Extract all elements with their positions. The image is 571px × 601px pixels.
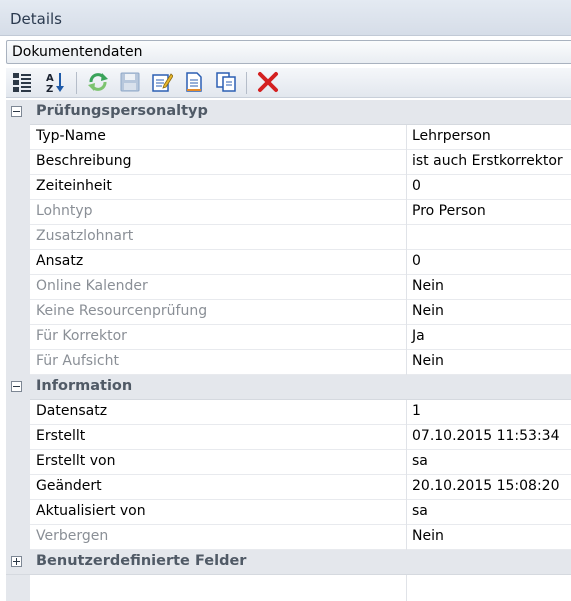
refresh-icon	[88, 73, 108, 91]
property-value[interactable]: Ja	[412, 328, 425, 344]
property-value[interactable]: 0	[412, 178, 421, 194]
property-row[interactable]: Beschreibung ist auch Erstkorrektor	[6, 149, 571, 175]
property-name: Zeiteinheit	[36, 178, 112, 194]
category-pruefungspersonaltyp[interactable]: Prüfungspersonaltyp	[6, 100, 571, 125]
save-button[interactable]	[118, 70, 142, 94]
svg-text:A: A	[46, 73, 54, 84]
category-label: Prüfungspersonaltyp	[36, 103, 208, 119]
property-row[interactable]: Verbergen Nein	[6, 524, 571, 550]
property-name: Zusatzlohnart	[36, 228, 134, 244]
property-row[interactable]: Aktualisiert von sa	[6, 499, 571, 525]
property-value[interactable]: Lehrperson	[412, 128, 491, 144]
document-type-selector-value: Dokumentendaten	[12, 44, 143, 60]
property-value[interactable]: Pro Person	[412, 203, 486, 219]
toolbar-separator	[76, 72, 77, 94]
collapse-icon[interactable]	[11, 381, 22, 392]
save-icon	[120, 72, 140, 92]
property-name: Lohntyp	[36, 203, 93, 219]
panel-title-bar: Details	[0, 0, 571, 36]
property-name: Online Kalender	[36, 278, 148, 294]
property-value[interactable]: 1	[412, 403, 421, 419]
edit-icon	[152, 73, 173, 92]
property-row[interactable]: Typ-Name Lehrperson	[6, 124, 571, 150]
property-value[interactable]: Nein	[412, 278, 444, 294]
property-name: Ansatz	[36, 253, 84, 269]
category-label: Information	[36, 378, 133, 394]
delete-button[interactable]	[256, 70, 280, 94]
property-value[interactable]: sa	[412, 453, 428, 469]
property-name: Beschreibung	[36, 153, 132, 169]
collapse-icon[interactable]	[11, 106, 22, 117]
property-name: Erstellt von	[36, 453, 116, 469]
property-name: Für Korrektor	[36, 328, 127, 344]
property-value[interactable]: Nein	[412, 353, 444, 369]
property-value[interactable]: sa	[412, 503, 428, 519]
property-name: Verbergen	[36, 528, 109, 544]
property-grid: Prüfungspersonaltyp Typ-Name Lehrperson …	[6, 100, 571, 575]
property-value[interactable]: 07.10.2015 11:53:34	[412, 428, 560, 444]
document-type-selector[interactable]: Dokumentendaten	[6, 40, 571, 64]
svg-text:Z: Z	[46, 84, 53, 93]
property-row[interactable]: Erstellt 07.10.2015 11:53:34	[6, 424, 571, 450]
edit-button[interactable]	[150, 70, 174, 94]
property-value[interactable]: 0	[412, 253, 421, 269]
property-row[interactable]: Erstellt von sa	[6, 449, 571, 475]
panel-title: Details	[10, 10, 63, 28]
property-row[interactable]: Geändert 20.10.2015 15:08:20	[6, 474, 571, 500]
category-information[interactable]: Information	[6, 375, 571, 400]
property-row[interactable]: Für Aufsicht Nein	[6, 349, 571, 375]
property-row[interactable]: Ansatz 0	[6, 249, 571, 275]
property-row[interactable]: Zeiteinheit 0	[6, 174, 571, 200]
new-document-icon	[186, 72, 202, 92]
refresh-button[interactable]	[86, 70, 110, 94]
property-name: Typ-Name	[36, 128, 106, 144]
sort-alphabetical-button[interactable]: A Z	[44, 70, 68, 94]
categorized-view-button[interactable]	[10, 70, 34, 94]
categorized-view-icon	[13, 73, 31, 92]
property-row[interactable]: Für Korrektor Ja	[6, 324, 571, 350]
property-name: Aktualisiert von	[36, 503, 146, 519]
expand-icon[interactable]	[11, 556, 22, 567]
property-row[interactable]: Zusatzlohnart	[6, 224, 571, 250]
property-row[interactable]: Online Kalender Nein	[6, 274, 571, 300]
property-value[interactable]: Nein	[412, 528, 444, 544]
property-name: Für Aufsicht	[36, 353, 119, 369]
grid-empty-area	[6, 575, 571, 601]
toolbar-separator	[246, 72, 247, 94]
property-name: Datensatz	[36, 403, 108, 419]
copy-icon	[216, 72, 236, 92]
property-row[interactable]: Datensatz 1	[6, 399, 571, 425]
sort-alphabetical-icon: A Z	[46, 73, 64, 93]
toolbar: A Z	[6, 68, 571, 98]
delete-icon	[258, 72, 278, 92]
category-benutzerdefinierte-felder[interactable]: Benutzerdefinierte Felder	[6, 550, 571, 575]
property-value[interactable]: ist auch Erstkorrektor	[412, 153, 563, 169]
property-name: Erstellt	[36, 428, 86, 444]
category-label: Benutzerdefinierte Felder	[36, 553, 247, 569]
new-document-button[interactable]	[182, 70, 206, 94]
property-row[interactable]: Keine Resourcenprüfung Nein	[6, 299, 571, 325]
property-name: Geändert	[36, 478, 102, 494]
property-name: Keine Resourcenprüfung	[36, 303, 208, 319]
property-row[interactable]: Lohntyp Pro Person	[6, 199, 571, 225]
copy-button[interactable]	[214, 70, 238, 94]
property-value[interactable]: 20.10.2015 15:08:20	[412, 478, 560, 494]
property-value[interactable]: Nein	[412, 303, 444, 319]
